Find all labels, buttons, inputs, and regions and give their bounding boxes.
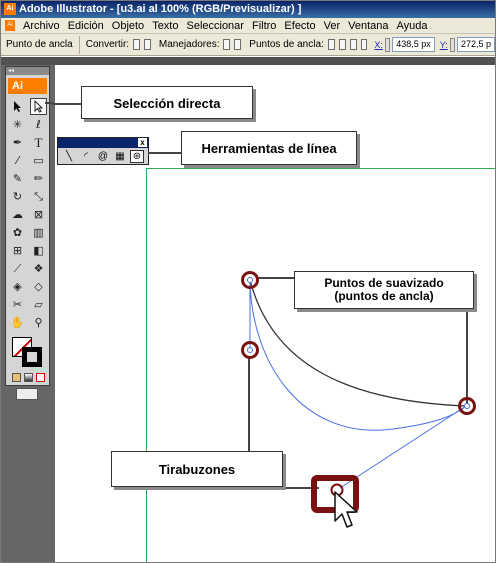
warp-tool-icon[interactable]: ☁ [9,206,26,223]
x-label: X: [374,39,383,50]
slice-tool-icon[interactable]: ✂ [9,296,26,313]
fill-stroke-swatches[interactable] [10,335,46,367]
convert-label: Convertir: [85,39,130,50]
live-paint-tool-icon[interactable]: ◈ [9,278,26,295]
callout-smooth-points: Puntos de suavizado (puntos de ancla) [294,271,474,309]
callout-line-tools: Herramientas de línea [181,131,357,165]
tool-grid: ✳ ℓ ✒ T ⁄ ▭ ✎ ✏ ↻ ⤡ ☁ ⊠ ✿ ▥ ⊞ ◧ ⟋ ❖ ◈ ◇ … [6,98,49,331]
type-tool-icon[interactable]: T [30,134,47,151]
menu-seleccionar[interactable]: Seleccionar [182,18,247,34]
none-mode-icon[interactable] [36,373,45,382]
mesh-tool-icon[interactable]: ⊞ [9,242,26,259]
y-stepper-icon[interactable] [449,37,456,52]
show-handles-icon[interactable] [223,39,231,50]
menu-bar: Ai Archivo Edición Objeto Texto Seleccio… [1,18,495,34]
menu-edicion[interactable]: Edición [64,18,108,34]
selection-tool-icon[interactable] [9,98,26,115]
connect-anchor-icon[interactable] [338,39,346,50]
polar-grid-tool-icon[interactable]: ⊛ [130,150,144,163]
x-field[interactable]: 438,5 px [392,37,435,52]
app-icon: Ai [4,3,16,15]
color-mode-buttons [12,373,49,382]
handles-label: Manejadores: [158,39,220,50]
rectangular-grid-tool-icon[interactable]: ▦ [113,150,127,163]
free-transform-tool-icon[interactable]: ⊠ [30,206,47,223]
anchor-points-label: Puntos de ancla: [249,39,324,50]
rotate-tool-icon[interactable]: ↻ [9,188,26,205]
line-segment-tool-icon[interactable]: ╲ [62,150,76,163]
panel-grip-icon[interactable]: ◂◂ [6,67,49,75]
callout-direct-selection: Selección directa [81,86,253,119]
context-label: Punto de ancla [1,35,80,54]
menu-efecto[interactable]: Efecto [280,18,319,34]
graph-tool-icon[interactable]: ▥ [30,224,47,241]
panel-dock-strip [1,57,495,65]
control-bar: Punto de ancla Convertir: Manejadores: P… [1,34,495,56]
eraser-tool-icon[interactable]: ▱ [30,296,47,313]
menu-ayuda[interactable]: Ayuda [393,18,432,34]
eyedropper-tool-icon[interactable]: ⟋ [9,260,26,277]
zoom-tool-icon[interactable]: ⚲ [30,314,47,331]
live-paint-selection-tool-icon[interactable]: ◇ [30,278,47,295]
direct-selection-tool-icon[interactable] [30,98,47,115]
blend-tool-icon[interactable]: ❖ [30,260,47,277]
lasso-tool-icon[interactable]: ℓ [30,116,47,133]
cut-path-icon[interactable] [349,39,357,50]
spiral-tool-icon[interactable]: @ [96,150,110,163]
y-field[interactable]: 272,5 p [457,37,495,52]
hand-tool-icon[interactable]: ✋ [9,314,26,331]
callout-handles: Tirabuzones [111,451,283,487]
remove-anchor-icon[interactable] [327,39,335,50]
menu-ventana[interactable]: Ventana [344,18,392,34]
tools-panel: ◂◂ Ai ✳ ℓ ✒ T ⁄ ▭ ✎ ✏ ↻ ⤡ ☁ ⊠ ✿ ▥ ⊞ ◧ ⟋ … [5,66,50,400]
document-icon[interactable]: Ai [5,20,15,31]
paintbrush-tool-icon[interactable]: ✎ [9,170,26,187]
close-icon[interactable]: x [138,138,147,147]
menu-texto[interactable]: Texto [148,18,182,34]
menu-ver[interactable]: Ver [320,18,345,34]
hide-handles-icon[interactable] [234,39,242,50]
title-bar: Ai Adobe Illustrator - [u3.ai al 100% (R… [1,1,495,18]
line-tools-panel: x ╲ ◜ @ ▦ ⊛ [57,137,149,165]
callout-smooth-points-line2: (puntos de ancla) [334,289,434,303]
pen-tool-icon[interactable]: ✒ [9,134,26,151]
screen-mode-icon[interactable] [16,388,38,400]
rectangle-tool-icon[interactable]: ▭ [30,152,47,169]
magic-wand-tool-icon[interactable]: ✳ [9,116,26,133]
gradient-mode-icon[interactable] [24,373,33,382]
arc-tool-icon[interactable]: ◜ [79,150,93,163]
line-tool-icon[interactable]: ⁄ [9,152,26,169]
menu-archivo[interactable]: Archivo [19,18,64,34]
pencil-tool-icon[interactable]: ✏ [30,170,47,187]
window-title: Adobe Illustrator - [u3.ai al 100% (RGB/… [19,3,302,15]
y-label: Y: [439,39,448,50]
stroke-swatch[interactable] [22,347,42,367]
color-mode-icon[interactable] [12,373,21,382]
menu-filtro[interactable]: Filtro [248,18,280,34]
convert-smooth-icon[interactable] [143,39,151,50]
illustrator-window: Ai Adobe Illustrator - [u3.ai al 100% (R… [0,0,496,563]
scale-tool-icon[interactable]: ⤡ [30,188,47,205]
menu-objeto[interactable]: Objeto [108,18,148,34]
reference-point-icon[interactable] [360,39,368,50]
artboard-guide [146,168,495,562]
convert-corner-icon[interactable] [133,39,140,50]
symbol-sprayer-tool-icon[interactable]: ✿ [9,224,26,241]
gradient-tool-icon[interactable]: ◧ [30,242,47,259]
line-panel-titlebar[interactable]: x [58,138,148,148]
line-tools-row: ╲ ◜ @ ▦ ⊛ [58,148,148,165]
x-stepper-icon[interactable] [384,37,391,52]
ai-logo: Ai [8,78,47,94]
